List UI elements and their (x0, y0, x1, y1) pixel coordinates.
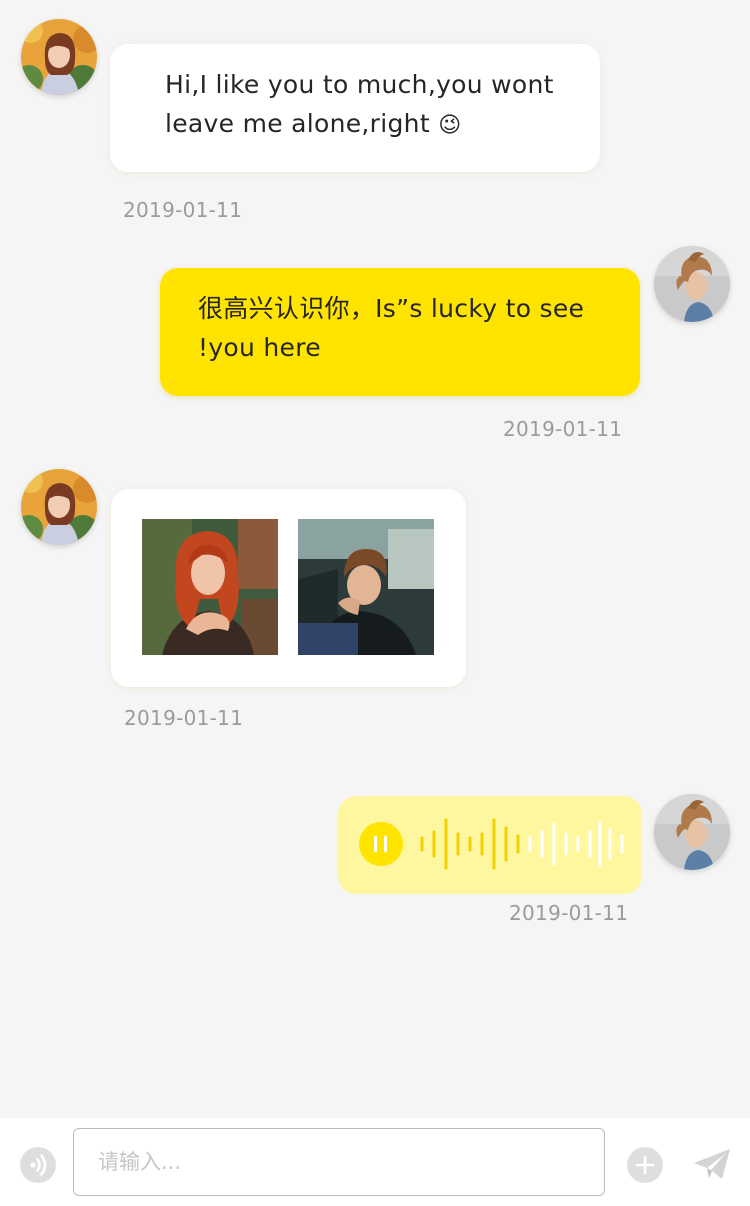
message-text: 很高兴认识你，Is”s lucky to see !you here (198, 289, 584, 367)
message-text-line: !you here (198, 333, 321, 362)
message-timestamp: 2019-01-11 (123, 198, 243, 222)
contact-avatar[interactable] (21, 469, 97, 545)
message-text-line: 很高兴认识你，Is”s lucky to see (198, 294, 585, 323)
photo-red-haired-woman[interactable] (142, 519, 278, 655)
audio-waveform[interactable] (420, 818, 630, 870)
contact-avatar[interactable] (21, 19, 97, 95)
message-text: Hi,I like you to much,you wont leave me … (165, 65, 554, 145)
pause-button[interactable] (359, 822, 403, 866)
user-avatar[interactable] (654, 246, 730, 322)
message-text-line: Hi,I like you to much,you wont (165, 70, 554, 99)
message-input-bar (0, 1118, 750, 1206)
message-input[interactable] (73, 1128, 605, 1196)
photo-boy-in-car[interactable] (298, 519, 434, 655)
message-text-line: leave me alone,right 😉 (165, 104, 554, 145)
message-text-line-part: leave me alone,right (165, 109, 430, 138)
message-timestamp: 2019-01-11 (124, 706, 244, 730)
message-timestamp: 2019-01-11 (509, 901, 629, 925)
plus-icon (635, 1155, 655, 1175)
paper-plane-icon (694, 1149, 730, 1179)
message-timestamp: 2019-01-11 (503, 417, 623, 441)
add-attachment-button[interactable] (627, 1147, 663, 1183)
voice-wave-icon (30, 1154, 47, 1176)
voice-input-button[interactable] (20, 1147, 56, 1183)
wink-emoji: 😉 (438, 113, 462, 138)
pause-icon (374, 836, 377, 852)
user-avatar[interactable] (654, 794, 730, 870)
pause-icon (384, 836, 387, 852)
send-button[interactable] (692, 1146, 732, 1182)
